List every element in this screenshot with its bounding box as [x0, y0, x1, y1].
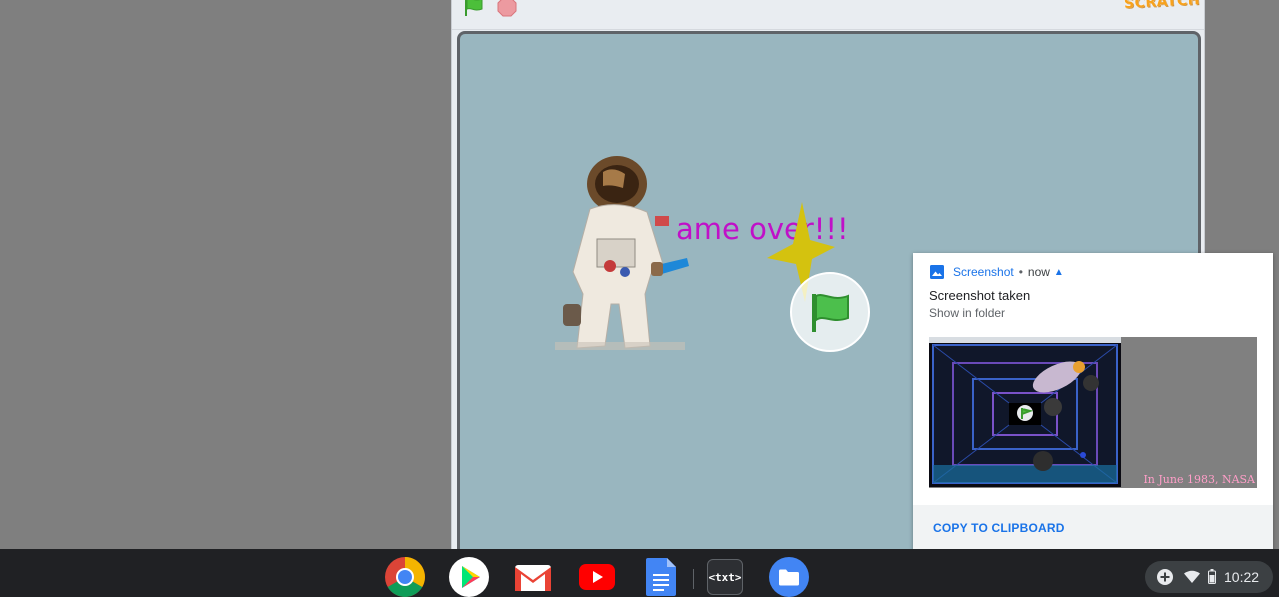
files-icon[interactable]	[769, 557, 809, 597]
notification-app-name: Screenshot	[953, 265, 1014, 279]
notification-actions: COPY TO CLIPBOARD	[913, 505, 1273, 551]
astronaut-sprite	[555, 156, 689, 350]
add-icon	[1157, 569, 1173, 585]
notification-time: now	[1027, 265, 1050, 279]
wifi-icon	[1184, 570, 1200, 583]
separator-dot: •	[1018, 265, 1023, 279]
text-app-label: <txt>	[707, 559, 743, 595]
notification-title: Screenshot taken	[929, 288, 1031, 303]
preview-caption: In June 1983, NASA	[1143, 473, 1255, 486]
gmail-icon[interactable]	[513, 557, 553, 597]
green-flag-icon	[812, 294, 849, 332]
copy-to-clipboard-button[interactable]: COPY TO CLIPBOARD	[933, 521, 1065, 535]
docs-icon[interactable]	[641, 557, 681, 597]
text-app-icon[interactable]: <txt>	[705, 557, 745, 597]
battery-icon	[1208, 569, 1216, 584]
shelf: <txt>	[0, 549, 1279, 597]
preview-game-image	[929, 337, 1121, 487]
screenshot-preview[interactable]: In June 1983, NASA	[929, 337, 1257, 488]
scratch-logo: SCRATCH	[1123, 0, 1201, 12]
chrome-icon[interactable]	[385, 557, 425, 597]
play-store-icon[interactable]	[449, 557, 489, 597]
show-in-folder-link[interactable]: Show in folder	[929, 306, 1005, 320]
chevron-up-icon[interactable]: ▲	[1054, 267, 1064, 278]
notification-header: Screenshot • now ▲	[930, 264, 1064, 280]
green-flag-play-button[interactable]	[790, 272, 870, 352]
screenshot-notification[interactable]: Screenshot • now ▲ Screenshot taken Show…	[913, 253, 1273, 551]
clock: 10:22	[1224, 569, 1260, 585]
green-flag-icon[interactable]	[462, 0, 486, 18]
shelf-divider	[693, 569, 694, 589]
player-controls-bar: SCRATCH	[452, 0, 1204, 30]
image-icon	[930, 265, 944, 279]
status-tray[interactable]: 10:22	[1145, 561, 1273, 593]
youtube-icon[interactable]	[577, 557, 617, 597]
stop-icon[interactable]	[496, 0, 518, 18]
